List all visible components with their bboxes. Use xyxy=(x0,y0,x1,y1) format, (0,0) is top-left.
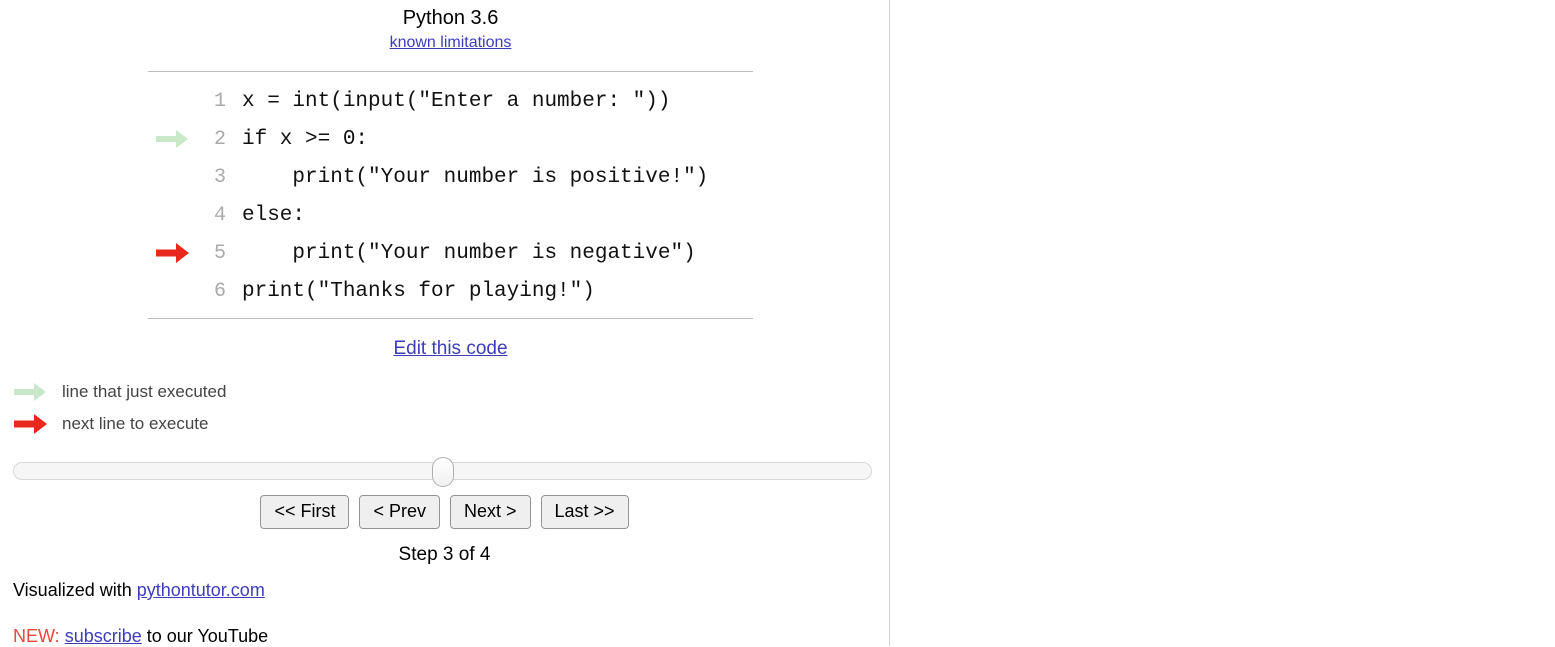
executed-line-arrow-icon xyxy=(156,130,190,148)
known-limitations-link-wrap: known limitations xyxy=(148,34,753,52)
legend-next-label: next line to execute xyxy=(62,414,209,433)
pythontutor-link[interactable]: pythontutor.com xyxy=(137,580,265,600)
step-slider-thumb[interactable] xyxy=(432,457,454,487)
code-line-text: else: xyxy=(242,203,306,227)
code-line-number: 1 xyxy=(213,89,226,113)
subscribe-link[interactable]: subscribe xyxy=(65,626,142,646)
code-line: 1 x = int(input("Enter a number: ")) xyxy=(148,82,753,120)
code-line-arrow-cell xyxy=(148,196,194,234)
new-badge: NEW: xyxy=(13,626,60,646)
legend-executed-label: line that just executed xyxy=(62,382,227,401)
next-step-button[interactable]: Next > xyxy=(449,495,531,529)
legend-executed-line: line that just executed xyxy=(14,381,226,403)
code-line: 4 else: xyxy=(148,196,753,234)
code-pane: Python 3.6 known limitations 1 x = int(i… xyxy=(0,0,889,646)
executed-line-legend-arrow-icon xyxy=(14,383,54,401)
code-block: 1 x = int(input("Enter a number: ")) 2 i… xyxy=(148,71,753,319)
legend-next-line: next line to execute xyxy=(14,413,208,435)
step-counter-label: Step 3 of 4 xyxy=(398,544,491,565)
code-line-arrow-cell xyxy=(148,82,194,120)
code-line-arrow-cell xyxy=(148,120,194,158)
visualization-pane: Print output (drag lower right corner to… xyxy=(890,0,1555,646)
code-line-arrow-cell xyxy=(148,158,194,196)
youtube-promo-suffix: to our YouTube xyxy=(141,626,269,646)
last-step-button[interactable]: Last >> xyxy=(540,495,629,529)
step-navigation-buttons: << First < Prev Next > Last >> xyxy=(0,495,889,529)
edit-code-link-wrap: Edit this code xyxy=(148,338,753,360)
visualized-with-line: Visualized with pythontutor.com xyxy=(13,580,265,601)
prev-step-button[interactable]: < Prev xyxy=(359,495,440,529)
code-line: 5 print("Your number is negative") xyxy=(148,234,753,272)
code-line-text: print("Your number is positive!") xyxy=(242,165,709,189)
known-limitations-link[interactable]: known limitations xyxy=(390,34,512,51)
code-line-arrow-cell xyxy=(148,234,194,272)
visualized-with-prefix: Visualized with xyxy=(13,580,137,600)
code-line: 2 if x >= 0: xyxy=(148,120,753,158)
code-line-arrow-cell xyxy=(148,272,194,310)
next-line-arrow-icon xyxy=(156,243,190,263)
next-line-legend-arrow-icon xyxy=(14,414,54,434)
edit-this-code-link[interactable]: Edit this code xyxy=(393,338,507,359)
youtube-promo-line: NEW: subscribe to our YouTube xyxy=(13,626,268,647)
step-slider[interactable] xyxy=(13,457,872,487)
code-line-text: x = int(input("Enter a number: ")) xyxy=(242,89,671,113)
first-step-button[interactable]: << First xyxy=(260,495,350,529)
code-line-text: print("Your number is negative") xyxy=(242,241,696,265)
python-version-label: Python 3.6 xyxy=(402,7,499,29)
code-line-number: 4 xyxy=(213,203,226,227)
